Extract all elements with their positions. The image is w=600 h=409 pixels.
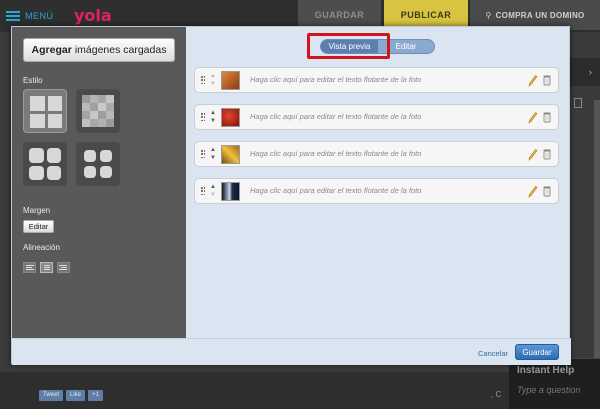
tweet-button[interactable]: Tweet <box>39 390 64 401</box>
style-option-grid[interactable] <box>23 89 67 133</box>
style-option-rounded-grid-spaced[interactable] <box>76 142 120 186</box>
add-uploaded-images-button[interactable]: Agregar imágenes cargadas <box>23 38 175 62</box>
photo-caption-field[interactable]: Haga clic aquí para editar el texto flot… <box>250 112 421 121</box>
drag-handle-icon[interactable] <box>201 76 205 85</box>
pencil-icon[interactable] <box>528 184 538 198</box>
globe-icon: ⚲ <box>485 10 492 20</box>
margin-edit-button[interactable]: Editar <box>23 220 54 233</box>
background-text: , C <box>491 390 502 399</box>
rounded-grid-spaced-icon <box>84 150 112 178</box>
photo-row[interactable]: ▲ ▼ Haga clic aquí para editar el texto f… <box>194 104 559 130</box>
alignment-label: Alineación <box>23 243 60 252</box>
photo-row[interactable]: ▲ ▼ Haga clic aquí para editar el texto f… <box>194 178 559 204</box>
photo-thumbnail <box>221 71 240 90</box>
margin-label: Margen <box>23 206 51 215</box>
photo-thumbnail <box>221 108 240 127</box>
add-images-label: imágenes cargadas <box>74 44 167 56</box>
instant-help-widget[interactable]: Instant Help Type a question <box>509 358 600 409</box>
drag-handle-icon[interactable] <box>201 150 205 159</box>
mosaic-icon <box>82 95 114 127</box>
background-toolbar: › <box>570 58 600 86</box>
trash-icon[interactable] <box>543 74 551 86</box>
drag-handle-icon[interactable] <box>201 113 205 122</box>
pencil-icon[interactable] <box>528 147 538 161</box>
reorder-arrows-icon[interactable]: ▲ ▼ <box>209 72 217 88</box>
instant-help-input[interactable]: Type a question <box>517 385 580 395</box>
trash-icon[interactable] <box>543 148 551 160</box>
grid-icon <box>30 96 62 128</box>
instant-help-title: Instant Help <box>517 365 575 376</box>
social-buttons: Tweet Like +1 <box>39 390 103 401</box>
drag-handle-icon[interactable] <box>201 187 205 196</box>
yola-logo[interactable]: yola <box>74 6 112 25</box>
photo-caption-field[interactable]: Haga clic aquí para editar el texto flot… <box>250 75 421 84</box>
settings-panel: Agregar imágenes cargadas Estilo Margen … <box>12 27 186 338</box>
photo-row[interactable]: ▲ ▼ Haga clic aquí para editar el texto f… <box>194 141 559 167</box>
photo-list-panel: Vista previa Editar ▲ ▼ Haga clic aquí pa… <box>186 27 571 338</box>
rounded-grid-icon <box>29 148 61 180</box>
photo-caption-field[interactable]: Haga clic aquí para editar el texto flot… <box>250 149 421 158</box>
photo-thumbnail <box>221 145 240 164</box>
cancel-link[interactable]: Cancelar <box>478 349 508 358</box>
hamburger-icon <box>6 11 20 21</box>
background-scrollbar[interactable] <box>594 100 600 360</box>
dialog-footer: Cancelar Guardar <box>12 338 571 365</box>
add-images-bold-label: Agregar <box>31 44 72 56</box>
align-left-button[interactable] <box>23 262 36 273</box>
like-button[interactable]: Like <box>66 390 86 401</box>
plus-one-button[interactable]: +1 <box>88 390 103 401</box>
gallery-editor-dialog: Agregar imágenes cargadas Estilo Margen … <box>11 26 571 365</box>
style-option-rounded-grid[interactable] <box>23 142 67 186</box>
reorder-arrows-icon[interactable]: ▲ ▼ <box>209 183 217 199</box>
background-handle-icon <box>574 98 582 108</box>
highlight-box <box>307 33 390 59</box>
align-right-button[interactable] <box>57 262 70 273</box>
pencil-icon[interactable] <box>528 110 538 124</box>
buy-domain-label: COMPRA UN DOMINO <box>495 10 585 20</box>
trash-icon[interactable] <box>543 185 551 197</box>
reorder-arrows-icon[interactable]: ▲ ▼ <box>209 146 217 162</box>
save-button[interactable]: Guardar <box>515 344 559 360</box>
trash-icon[interactable] <box>543 111 551 123</box>
menu-label: MENÚ <box>25 11 54 21</box>
chevron-right-icon: › <box>589 67 592 77</box>
photo-row[interactable]: ▲ ▼ Haga clic aquí para editar el texto f… <box>194 67 559 93</box>
align-center-button[interactable] <box>40 262 53 273</box>
photo-thumbnail <box>221 182 240 201</box>
style-option-mosaic[interactable] <box>76 89 120 133</box>
photo-caption-field[interactable]: Haga clic aquí para editar el texto flot… <box>250 186 421 195</box>
pencil-icon[interactable] <box>528 73 538 87</box>
reorder-arrows-icon[interactable]: ▲ ▼ <box>209 109 217 125</box>
style-label: Estilo <box>23 76 43 85</box>
